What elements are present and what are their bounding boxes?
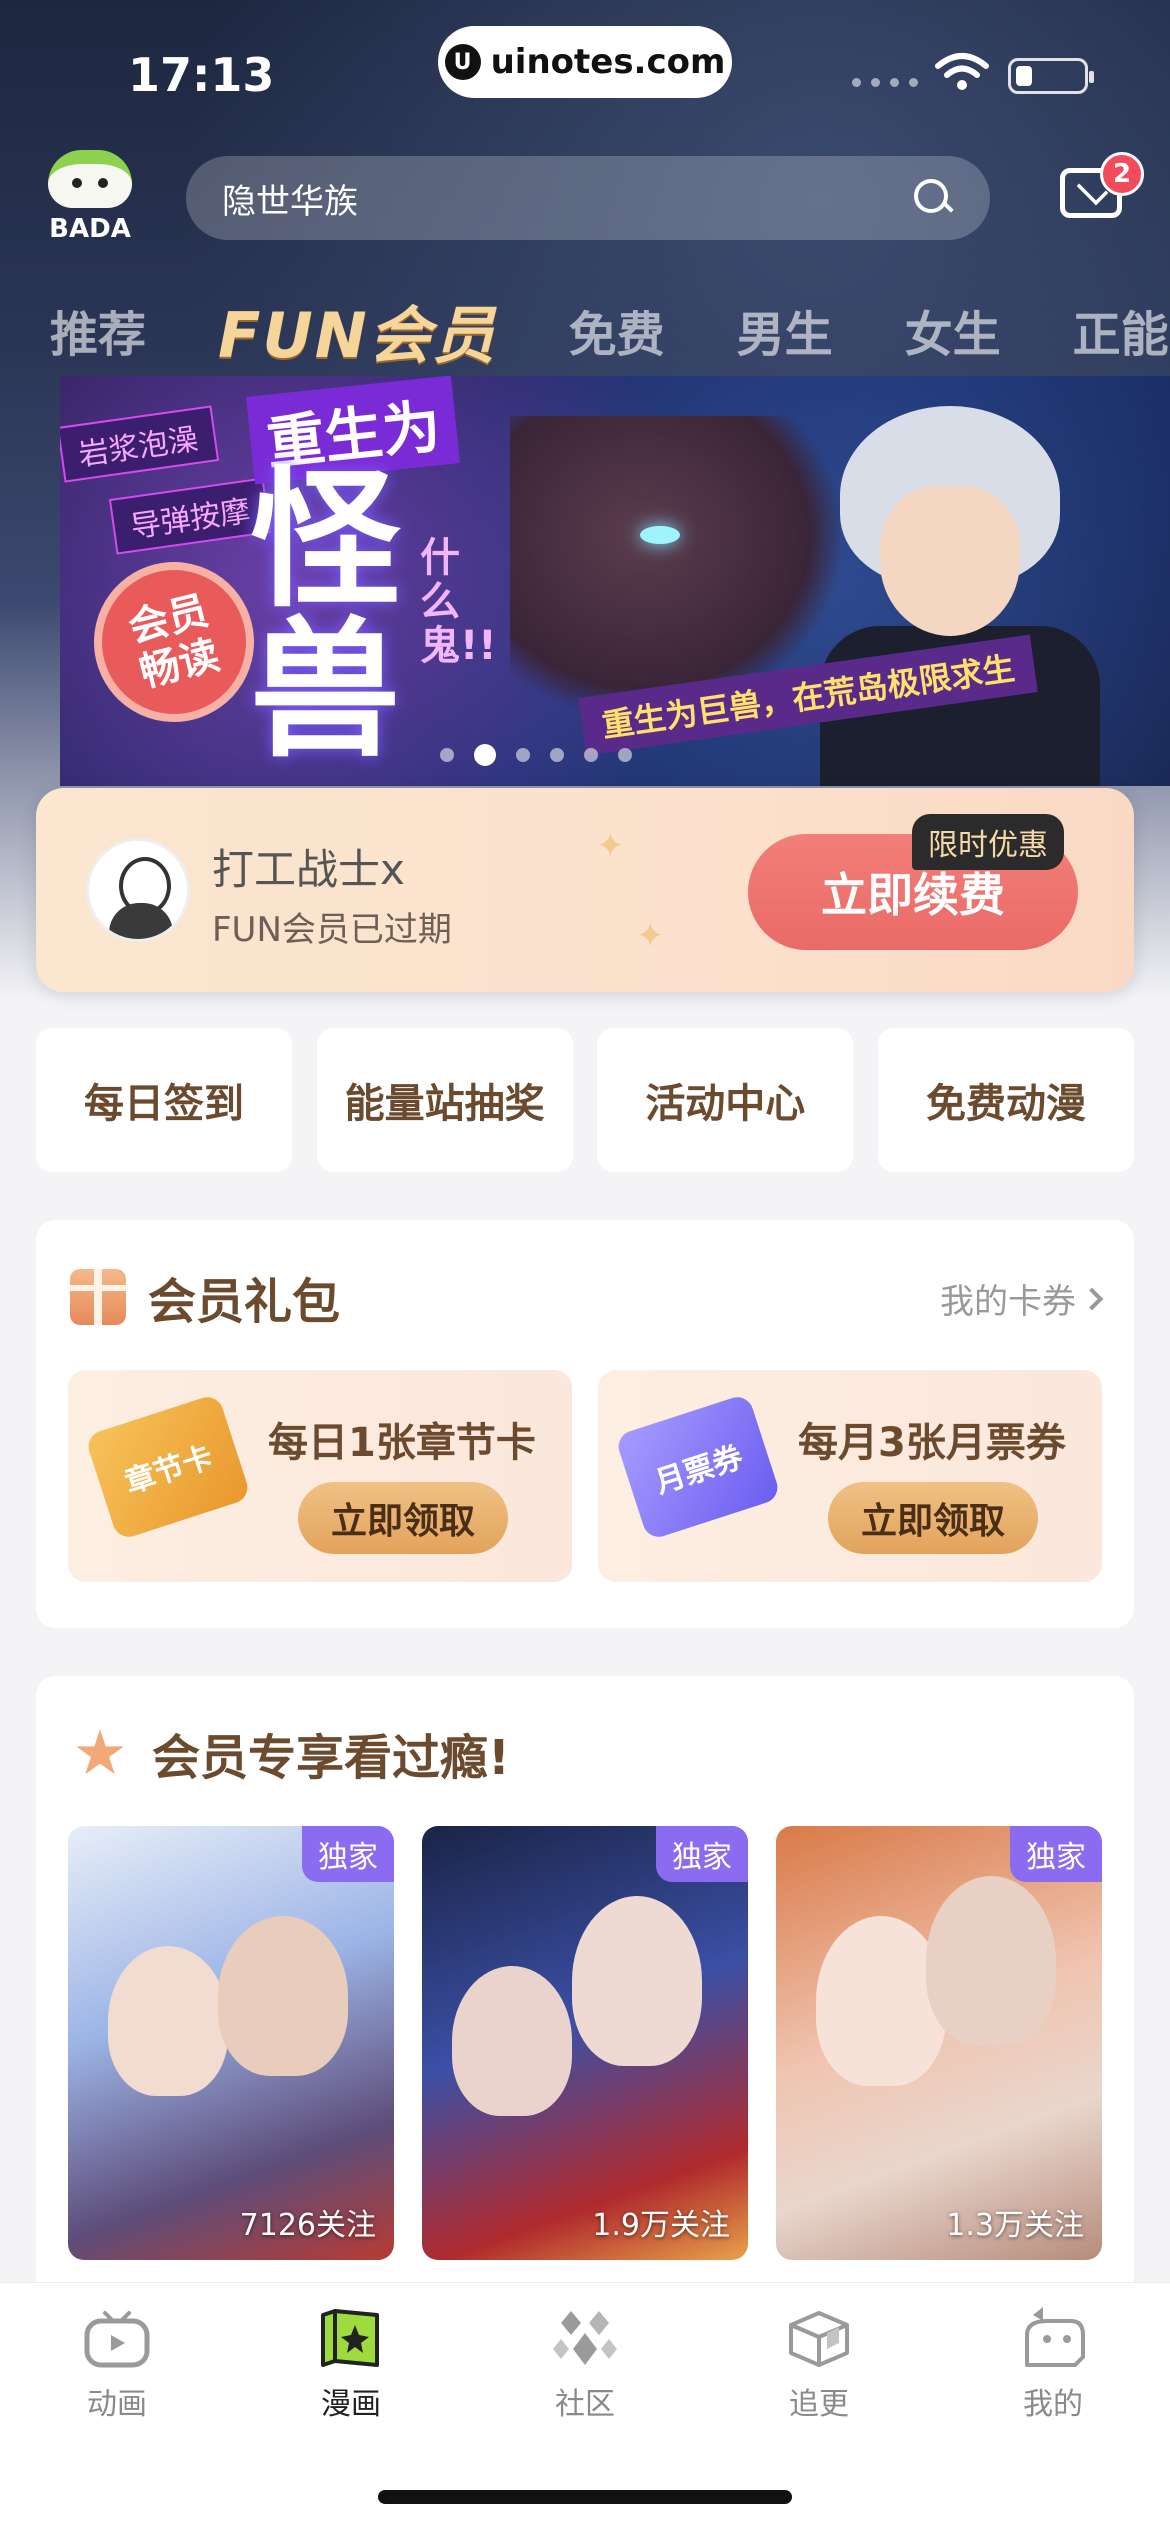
category-tabs: 推荐 FUN会员 免费 男生 女生 正能 — [50, 290, 1170, 372]
follow-count: 1.9万关注 — [592, 2208, 730, 2243]
membership-status: FUN会员已过期 — [212, 910, 452, 950]
home-indicator[interactable] — [378, 2490, 792, 2504]
nav-item-follow[interactable]: 追更 — [739, 2305, 899, 2423]
wifi-icon — [935, 53, 989, 90]
cellular-signal-icon — [852, 78, 918, 87]
banner-tag: 导弹按摩 — [108, 477, 272, 555]
membership-card[interactable]: 打工战士x FUN会员已过期 ✦ ✦ 立即续费 限时优惠 — [36, 788, 1134, 992]
status-time: 17:13 — [128, 48, 275, 102]
comic-cover[interactable]: 独家 7126关注 — [68, 1826, 394, 2260]
search-icon[interactable] — [912, 177, 954, 219]
nav-label: 我的 — [1023, 2387, 1083, 2422]
pagination-dot[interactable] — [516, 748, 530, 762]
gift-description: 每日1张章节卡 — [268, 1420, 536, 1466]
gift-card: 章节卡 每日1张章节卡 立即领取 — [68, 1370, 572, 1582]
member-read-seal: 会员 畅读 — [77, 545, 271, 739]
user-name: 打工战士x — [212, 845, 405, 894]
box-icon — [789, 2311, 849, 2367]
gift-card: 月票券 每月3张月票券 立即领取 — [598, 1370, 1102, 1582]
banner-character-art — [800, 396, 1100, 786]
free-anime-button[interactable]: 免费动漫 — [877, 1028, 1134, 1172]
pagination-dot[interactable] — [550, 748, 564, 762]
tv-icon — [84, 2311, 150, 2368]
monthly-ticket-coupon-icon: 月票券 — [614, 1393, 782, 1541]
tab-recommend[interactable]: 推荐 — [50, 295, 146, 365]
exclusive-badge: 独家 — [302, 1826, 394, 1882]
promo-banner[interactable]: 岩浆泡澡 导弹按摩 重生为 怪兽 什么鬼!! 会员 畅读 重生为巨兽，在荒岛极限… — [60, 376, 1170, 786]
my-coupons-link[interactable]: 我的卡券 — [940, 1274, 1104, 1323]
exclusive-badge: 独家 — [1010, 1826, 1102, 1882]
exclusive-badge: 独家 — [656, 1826, 748, 1882]
banner-pagination — [440, 744, 632, 766]
gift-description: 每月3张月票券 — [798, 1420, 1066, 1466]
limited-offer-badge: 限时优惠 — [912, 814, 1064, 870]
search-placeholder: 隐世华族 — [222, 181, 358, 222]
status-bar: 17:13 U uinotes.com — [0, 0, 1170, 140]
comic-cover[interactable]: 独家 1.9万关注 — [422, 1826, 748, 2260]
community-diamonds-icon — [553, 2311, 617, 2365]
banner-title: 怪兽 — [250, 454, 401, 778]
follow-count: 7126关注 — [239, 2208, 376, 2243]
quick-links: 每日签到 能量站抽奖 活动中心 免费动漫 — [36, 1028, 1134, 1172]
nav-item-comic[interactable]: 漫画 — [271, 2305, 431, 2423]
tab-male[interactable]: 男生 — [737, 295, 833, 365]
url-text: uinotes.com — [490, 42, 726, 82]
claim-button[interactable]: 立即领取 — [828, 1482, 1038, 1554]
nav-label: 追更 — [789, 2387, 849, 2422]
activity-center-button[interactable]: 活动中心 — [597, 1028, 854, 1172]
tab-fun-member[interactable]: FUN会员 — [218, 285, 497, 375]
energy-lottery-button[interactable]: 能量站抽奖 — [316, 1028, 573, 1172]
gift-icon — [70, 1269, 126, 1325]
tab-free[interactable]: 免费 — [569, 295, 665, 365]
chevron-right-icon — [1080, 1287, 1104, 1310]
comic-book-icon — [321, 2309, 379, 2367]
section-title: 会员专享看过瘾! — [152, 1730, 510, 1786]
banner-title-side: 什么鬼!! — [420, 535, 497, 669]
pagination-dot[interactable] — [440, 748, 454, 762]
tab-positive[interactable]: 正能 — [1073, 295, 1169, 365]
app-logo[interactable]: BADA — [46, 150, 134, 250]
my-coupons-label: 我的卡券 — [940, 1282, 1076, 1322]
avatar[interactable] — [86, 838, 190, 942]
site-logo-icon: U — [444, 44, 481, 80]
sparkle-icon: ✦ — [636, 916, 665, 956]
follow-count: 1.3万关注 — [946, 2208, 1084, 2243]
claim-button[interactable]: 立即领取 — [298, 1482, 508, 1554]
member-gift-section: 会员礼包 我的卡券 章节卡 每日1张章节卡 立即领取 月票券 每月3张月票券 立… — [36, 1220, 1134, 1628]
nav-item-community[interactable]: 社区 — [505, 2305, 665, 2423]
comic-cover[interactable]: 独家 1.3万关注 — [776, 1826, 1102, 2260]
nav-item-profile[interactable]: 我的 — [973, 2305, 1133, 2423]
pagination-dot[interactable] — [618, 748, 632, 762]
url-pill[interactable]: U uinotes.com — [438, 26, 732, 98]
battery-icon — [1008, 58, 1094, 94]
profile-mascot-icon — [1025, 2307, 1085, 2367]
nav-label: 社区 — [555, 2387, 615, 2422]
banner-tag: 岩浆泡澡 — [60, 405, 220, 483]
pagination-dot[interactable] — [584, 748, 598, 762]
nav-label: 动画 — [87, 2387, 147, 2422]
nav-item-anime[interactable]: 动画 — [37, 2305, 197, 2423]
comic-list: 独家 7126关注 独家 1.9万关注 独家 1.3万关注 — [68, 1826, 1102, 2260]
chapter-card-coupon-icon: 章节卡 — [84, 1393, 252, 1541]
daily-checkin-button[interactable]: 每日签到 — [36, 1028, 292, 1172]
sparkle-icon: ✦ — [596, 826, 625, 866]
pagination-dot[interactable] — [474, 744, 496, 766]
message-badge: 2 — [1100, 152, 1144, 196]
star-icon: ★ — [72, 1716, 128, 1789]
logo-text: BADA — [49, 214, 131, 244]
bada-mascot-icon — [48, 150, 132, 208]
tab-female[interactable]: 女生 — [905, 295, 1001, 365]
search-input[interactable]: 隐世华族 — [186, 156, 990, 240]
section-title: 会员礼包 — [148, 1274, 341, 1330]
nav-label: 漫画 — [321, 2387, 381, 2422]
